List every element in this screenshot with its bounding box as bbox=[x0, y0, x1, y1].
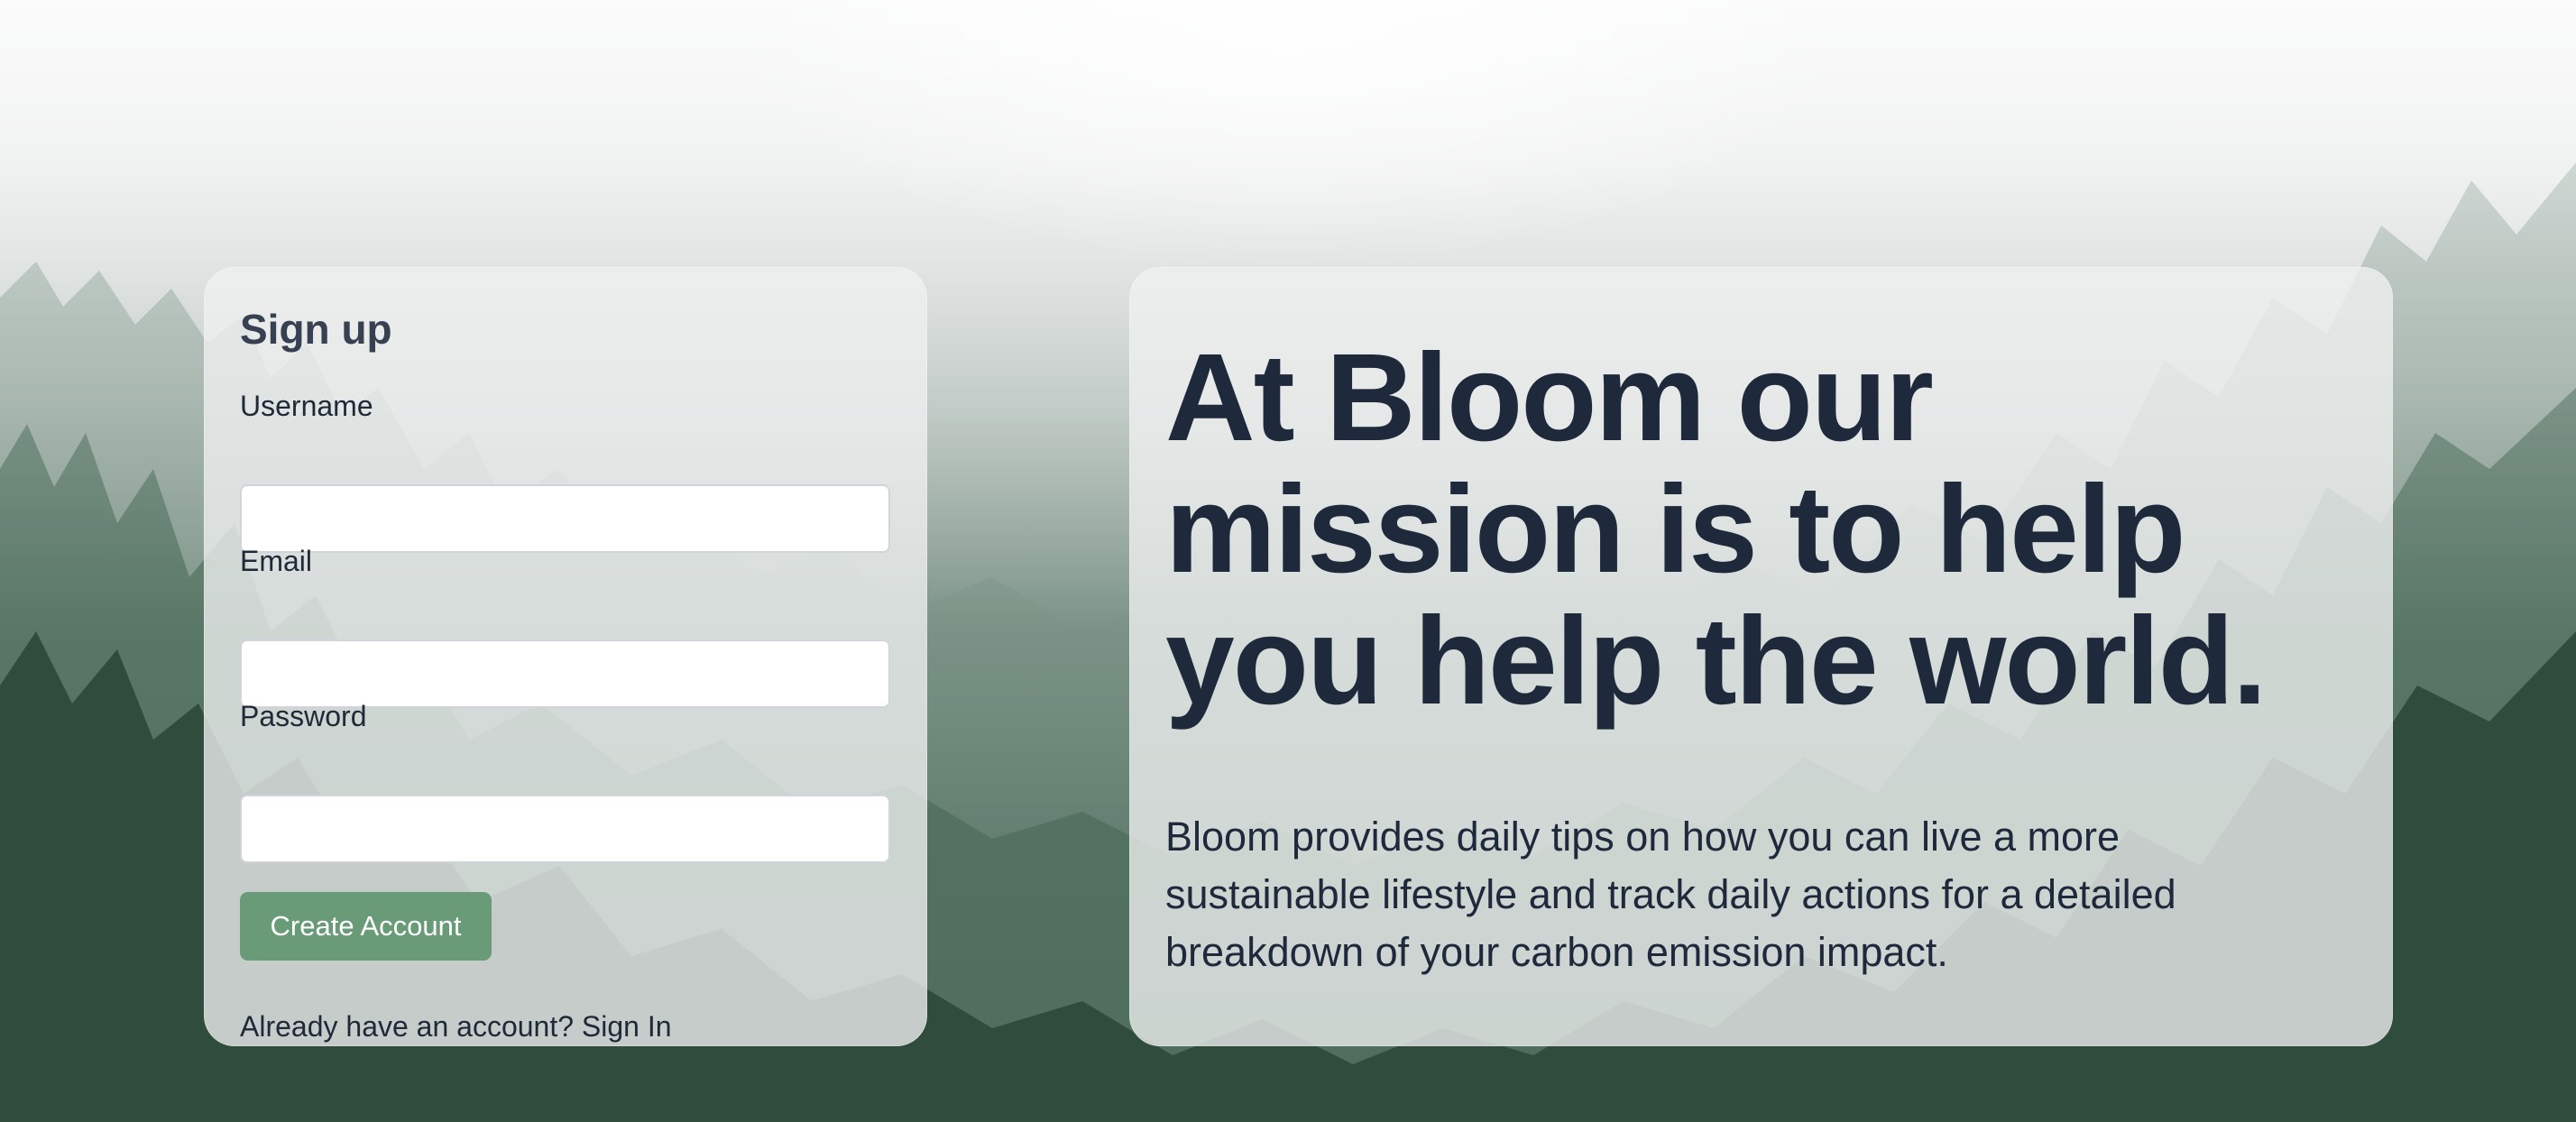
username-label: Username bbox=[240, 390, 373, 422]
sign-in-prompt: Already have an account? Sign In bbox=[240, 1008, 672, 1044]
password-label: Password bbox=[240, 700, 367, 732]
sign-in-link[interactable]: Sign In bbox=[582, 1010, 672, 1043]
mission-heading: At Bloom our mission is to help you help… bbox=[1165, 328, 2267, 731]
signup-title: Sign up bbox=[240, 306, 392, 353]
signup-form: Sign up Username Email Password Create A… bbox=[240, 303, 890, 1043]
signup-card: Sign up Username Email Password Create A… bbox=[204, 267, 927, 1046]
mission-card: At Bloom our mission is to help you help… bbox=[1129, 267, 2393, 1046]
have-account-text: Already have an account? bbox=[240, 1010, 575, 1043]
username-input[interactable] bbox=[240, 484, 890, 553]
mission-content: At Bloom our mission is to help you help… bbox=[1165, 328, 2329, 975]
password-input[interactable] bbox=[240, 795, 890, 863]
mission-description: Bloom provides daily tips on how you can… bbox=[1165, 814, 2176, 975]
email-label: Email bbox=[240, 545, 313, 577]
create-account-button[interactable]: Create Account bbox=[240, 892, 492, 961]
